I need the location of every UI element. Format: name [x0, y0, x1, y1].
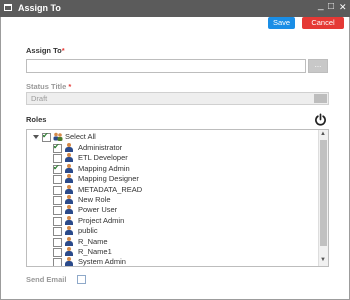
user-icon — [65, 226, 73, 236]
role-label: Mapping Designer — [78, 174, 139, 184]
role-checkbox[interactable] — [53, 248, 62, 257]
assign-to-input[interactable] — [26, 59, 306, 73]
browse-button[interactable]: ... — [308, 59, 328, 73]
role-checkbox[interactable] — [53, 216, 62, 226]
role-label: R_Name — [78, 236, 108, 246]
user-icon — [65, 195, 73, 205]
select-all-checkbox[interactable] — [42, 131, 51, 142]
role-checkbox[interactable] — [53, 185, 62, 195]
role-checkbox[interactable] — [53, 196, 62, 205]
role-label: Administrator — [78, 143, 123, 152]
user-icon — [65, 143, 73, 153]
role-label: Project Admin — [78, 215, 125, 225]
roles-label: Roles — [26, 115, 47, 124]
power-icon[interactable] — [314, 113, 327, 126]
user-icon — [65, 257, 73, 266]
user-icon — [65, 163, 73, 174]
title-bar: Assign To _ □ ✕ — [0, 0, 350, 17]
scroll-up-icon[interactable]: ▲ — [320, 131, 326, 137]
user-icon — [65, 205, 73, 215]
role-label: R_Name1 — [78, 247, 112, 256]
role-label: ETL Developer — [78, 153, 128, 163]
role-label: System Admin — [78, 257, 126, 267]
status-value: Draft — [31, 94, 48, 103]
user-icon — [65, 236, 73, 247]
role-checkbox[interactable] — [53, 142, 62, 153]
select-all-label: Select All — [65, 132, 96, 141]
status-title-select[interactable]: Draft — [26, 92, 329, 105]
user-icon — [65, 174, 73, 184]
status-title-label: Status Title * — [26, 82, 72, 91]
role-label: public — [78, 226, 98, 236]
user-icon — [65, 184, 73, 195]
maximize-button[interactable]: □ — [328, 1, 334, 12]
role-label: New Role — [78, 195, 111, 204]
dropdown-button[interactable] — [314, 94, 327, 103]
cancel-button[interactable]: Cancel — [302, 17, 344, 29]
role-checkbox[interactable] — [53, 237, 62, 247]
roles-scrollbar[interactable]: ▲ ▼ — [318, 130, 328, 266]
scroll-thumb[interactable] — [320, 140, 327, 246]
role-checkbox[interactable] — [53, 175, 62, 185]
minimize-button[interactable]: _ — [318, 0, 324, 11]
user-icon — [65, 215, 73, 226]
roles-tree: Select All AdministratorETL DeveloperMap… — [26, 129, 329, 267]
group-icon — [53, 132, 63, 141]
user-icon — [65, 153, 73, 163]
save-button[interactable]: Save — [268, 17, 295, 29]
send-email-checkbox[interactable] — [77, 275, 86, 284]
role-label: Mapping Admin — [78, 163, 130, 173]
user-icon — [65, 247, 73, 257]
role-label: METADATA_READ — [78, 184, 143, 194]
window-title: Assign To — [18, 3, 61, 13]
collapse-icon[interactable] — [33, 135, 39, 139]
role-label: Power User — [78, 205, 118, 215]
window-icon — [4, 4, 12, 11]
role-checkbox[interactable] — [53, 258, 62, 266]
role-checkbox[interactable] — [53, 206, 62, 216]
scroll-down-icon[interactable]: ▼ — [320, 257, 326, 263]
role-checkbox[interactable] — [53, 163, 62, 174]
send-email-label: Send Email — [26, 275, 67, 284]
role-checkbox[interactable] — [53, 227, 62, 237]
assign-to-label: Assign To* — [26, 46, 65, 55]
close-button[interactable]: ✕ — [339, 2, 347, 13]
